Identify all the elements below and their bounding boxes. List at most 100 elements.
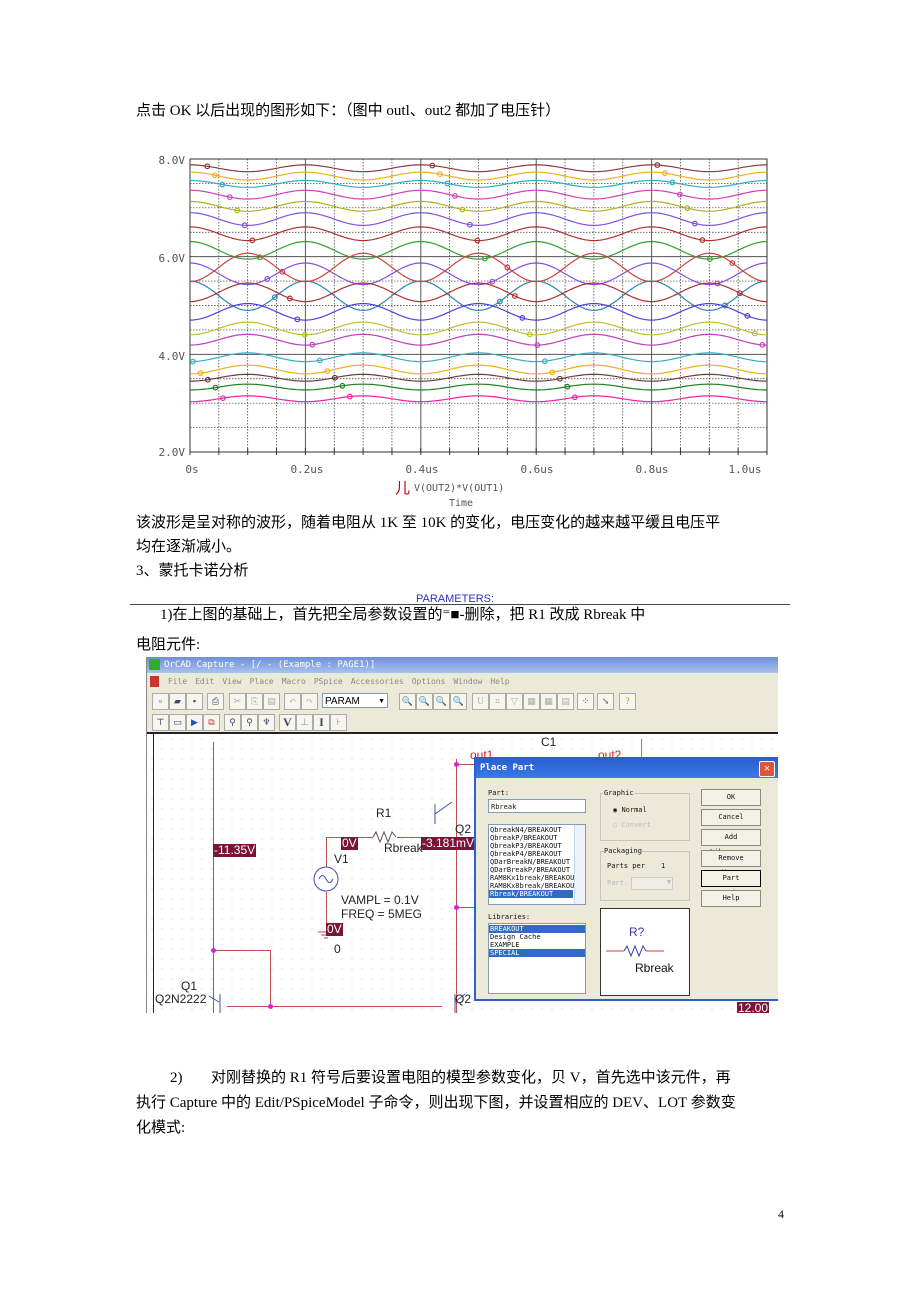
y-tick-label: 8.0V — [159, 154, 186, 167]
marker2-icon[interactable]: ⚲ — [241, 714, 258, 731]
scrollbar[interactable] — [574, 825, 585, 904]
zoom-all-icon[interactable]: 🔍 — [450, 693, 467, 710]
q1-icon — [208, 995, 220, 1003]
list-item-selected[interactable]: Rbreak/BREAKOUT — [489, 890, 573, 898]
list-item[interactable]: QDarBreakP/BREAKOUT — [489, 866, 585, 874]
bom-icon[interactable]: ▦ — [540, 693, 557, 710]
library-item[interactable]: BREAKOUT — [489, 925, 585, 933]
voltage-label: 12.00 — [737, 1001, 770, 1013]
save-icon[interactable]: ▪ — [186, 693, 203, 710]
list-item[interactable]: RAM8Kx1break/BREAKOUT — [489, 874, 585, 882]
run-icon[interactable]: ▶ — [186, 714, 203, 731]
print-icon[interactable]: ⎙ — [207, 693, 224, 710]
wire — [456, 907, 476, 908]
annotate-icon[interactable]: U — [472, 693, 489, 710]
zoom-in-icon[interactable]: 🔍 — [399, 693, 416, 710]
new-sim-icon[interactable]: ⊤ — [152, 714, 169, 731]
open-icon[interactable]: ▰ — [169, 693, 186, 710]
normal-radio[interactable]: ◉ Normal — [613, 806, 647, 814]
freq-label: FREQ = 5MEG — [341, 907, 423, 921]
redo-icon[interactable]: ↷ — [301, 693, 318, 710]
library-item[interactable]: SPECIAL — [489, 949, 585, 957]
schematic-canvas[interactable]: -11.35V 0V -3.181mV 0V 12.00 R1 Rbreak V… — [147, 732, 778, 1013]
menu-file[interactable]: File — [168, 677, 187, 686]
list-item[interactable]: QbreakP/BREAKOUT — [489, 834, 585, 842]
marker-icon[interactable]: ⚲ — [224, 714, 241, 731]
list-item[interactable]: QbreakP4/BREAKOUT — [489, 850, 585, 858]
ground-label: 0 — [334, 942, 341, 956]
legend-marker: 儿 — [395, 479, 410, 497]
view-results-icon[interactable]: ⧉ — [203, 714, 220, 731]
toolbar-pspice: ⊤ ▭ ▶ ⧉ ⚲ ⚲ ♆ V ⊥ I ⊦ — [147, 711, 778, 732]
edit-sim-icon[interactable]: ▭ — [169, 714, 186, 731]
library-item[interactable]: EXAMPLE — [489, 941, 585, 949]
part-input[interactable]: Rbreak — [488, 799, 586, 813]
transistor-symbols — [208, 993, 466, 1013]
menu-view[interactable]: View — [222, 677, 241, 686]
library-list[interactable]: BREAKOUT Design Cache EXAMPLE SPECIAL — [488, 923, 586, 994]
list-item[interactable]: QDarBreakN/BREAKOUT — [489, 858, 585, 866]
step-number: 2) — [170, 1070, 183, 1086]
copy-icon[interactable]: ⎘ — [246, 693, 263, 710]
cancel-button[interactable]: Cancel — [701, 809, 761, 826]
series-line — [190, 171, 767, 181]
part-number-select: ▼ — [631, 877, 673, 890]
wire — [213, 950, 270, 951]
window-titlebar: OrCAD Capture - [/ - (Example : PAGE1)] — [147, 657, 778, 673]
param-combo-value: PARAM — [325, 696, 360, 707]
undo-icon[interactable]: ↶ — [284, 693, 301, 710]
menu-options[interactable]: Options — [412, 677, 446, 686]
menu-bar: File Edit View Place Macro PSpice Accessories O… — [147, 673, 778, 690]
part-list[interactable]: QbreakN4/BREAKOUT QbreakP/BREAKOUT Qbrea… — [488, 824, 586, 905]
divider — [130, 604, 790, 605]
dialog-title: Place Part — [480, 763, 535, 773]
convert-radio: ○ Convert — [613, 821, 651, 829]
crossref-icon[interactable]: ▦ — [523, 693, 540, 710]
snap-icon[interactable]: ⁘ — [577, 693, 594, 710]
param-combo[interactable]: PARAM ▼ — [322, 693, 388, 708]
waveform-chart: 8.0V 6.0V 4.0V 2.0V 0s 0.2us 0.4us 0.6us… — [159, 154, 768, 509]
library-item[interactable]: Design Cache — [489, 933, 585, 941]
part-search-button[interactable]: Part Search... — [701, 870, 761, 897]
menu-macro[interactable]: Macro — [282, 677, 306, 686]
convert-label: Convert — [621, 821, 651, 829]
project-icon[interactable]: ↘ — [597, 693, 614, 710]
power-icon[interactable]: ⊦ — [330, 714, 347, 731]
menu-help[interactable]: Help — [490, 677, 509, 686]
menu-window[interactable]: Window — [453, 677, 482, 686]
new-icon[interactable]: ▫ — [152, 693, 169, 710]
ok-button[interactable]: OK — [701, 789, 761, 806]
list-item[interactable]: RAM8Kx8break/BREAKOUT — [489, 882, 585, 890]
zoom-area-icon[interactable]: 🔍 — [433, 693, 450, 710]
help-icon[interactable]: ? — [619, 693, 636, 710]
library-icon[interactable]: ▤ — [557, 693, 574, 710]
menu-accessories[interactable]: Accessories — [351, 677, 404, 686]
normal-label: Normal — [621, 806, 647, 814]
voltage-display-icon[interactable]: V — [279, 714, 296, 731]
list-item[interactable]: QbreakP3/BREAKOUT — [489, 842, 585, 850]
help-button[interactable]: Help — [701, 890, 761, 907]
cut-icon[interactable]: ✂ — [229, 693, 246, 710]
zoom-out-icon[interactable]: 🔍 — [416, 693, 433, 710]
close-icon[interactable]: ✕ — [759, 761, 775, 777]
x-tick-label: 0.4us — [405, 463, 438, 476]
netlist-icon[interactable]: ▽ — [506, 693, 523, 710]
current-icon[interactable]: ⊥ — [296, 714, 313, 731]
menu-pspice[interactable]: PSpice — [314, 677, 343, 686]
paste-icon[interactable]: ▤ — [263, 693, 280, 710]
paragraph-line: 电阻元件: — [136, 637, 201, 653]
x-axis-label: Time — [449, 498, 473, 509]
graphic-label: Graphic — [604, 789, 634, 797]
list-item[interactable]: QbreakN4/BREAKOUT — [489, 826, 585, 834]
current-display-icon[interactable]: I — [313, 714, 330, 731]
menu-place[interactable]: Place — [250, 677, 274, 686]
remove-library-button[interactable]: Remove Library — [701, 850, 761, 877]
x-tick-label: 0.2us — [290, 463, 323, 476]
menu-edit[interactable]: Edit — [195, 677, 214, 686]
toolbar-main: ▫ ▰ ▪ ⎙ ✂ ⎘ ▤ ↶ ↷ PARAM ▼ 🔍 🔍 🔍 🔍 U ⌗ ▽ ▦… — [147, 690, 778, 711]
add-library-button[interactable]: Add Library... — [701, 829, 761, 856]
drc-icon[interactable]: ⌗ — [489, 693, 506, 710]
app-icon — [149, 659, 160, 670]
part-number-label: Part: — [607, 879, 629, 887]
diff-marker-icon[interactable]: ♆ — [258, 714, 275, 731]
